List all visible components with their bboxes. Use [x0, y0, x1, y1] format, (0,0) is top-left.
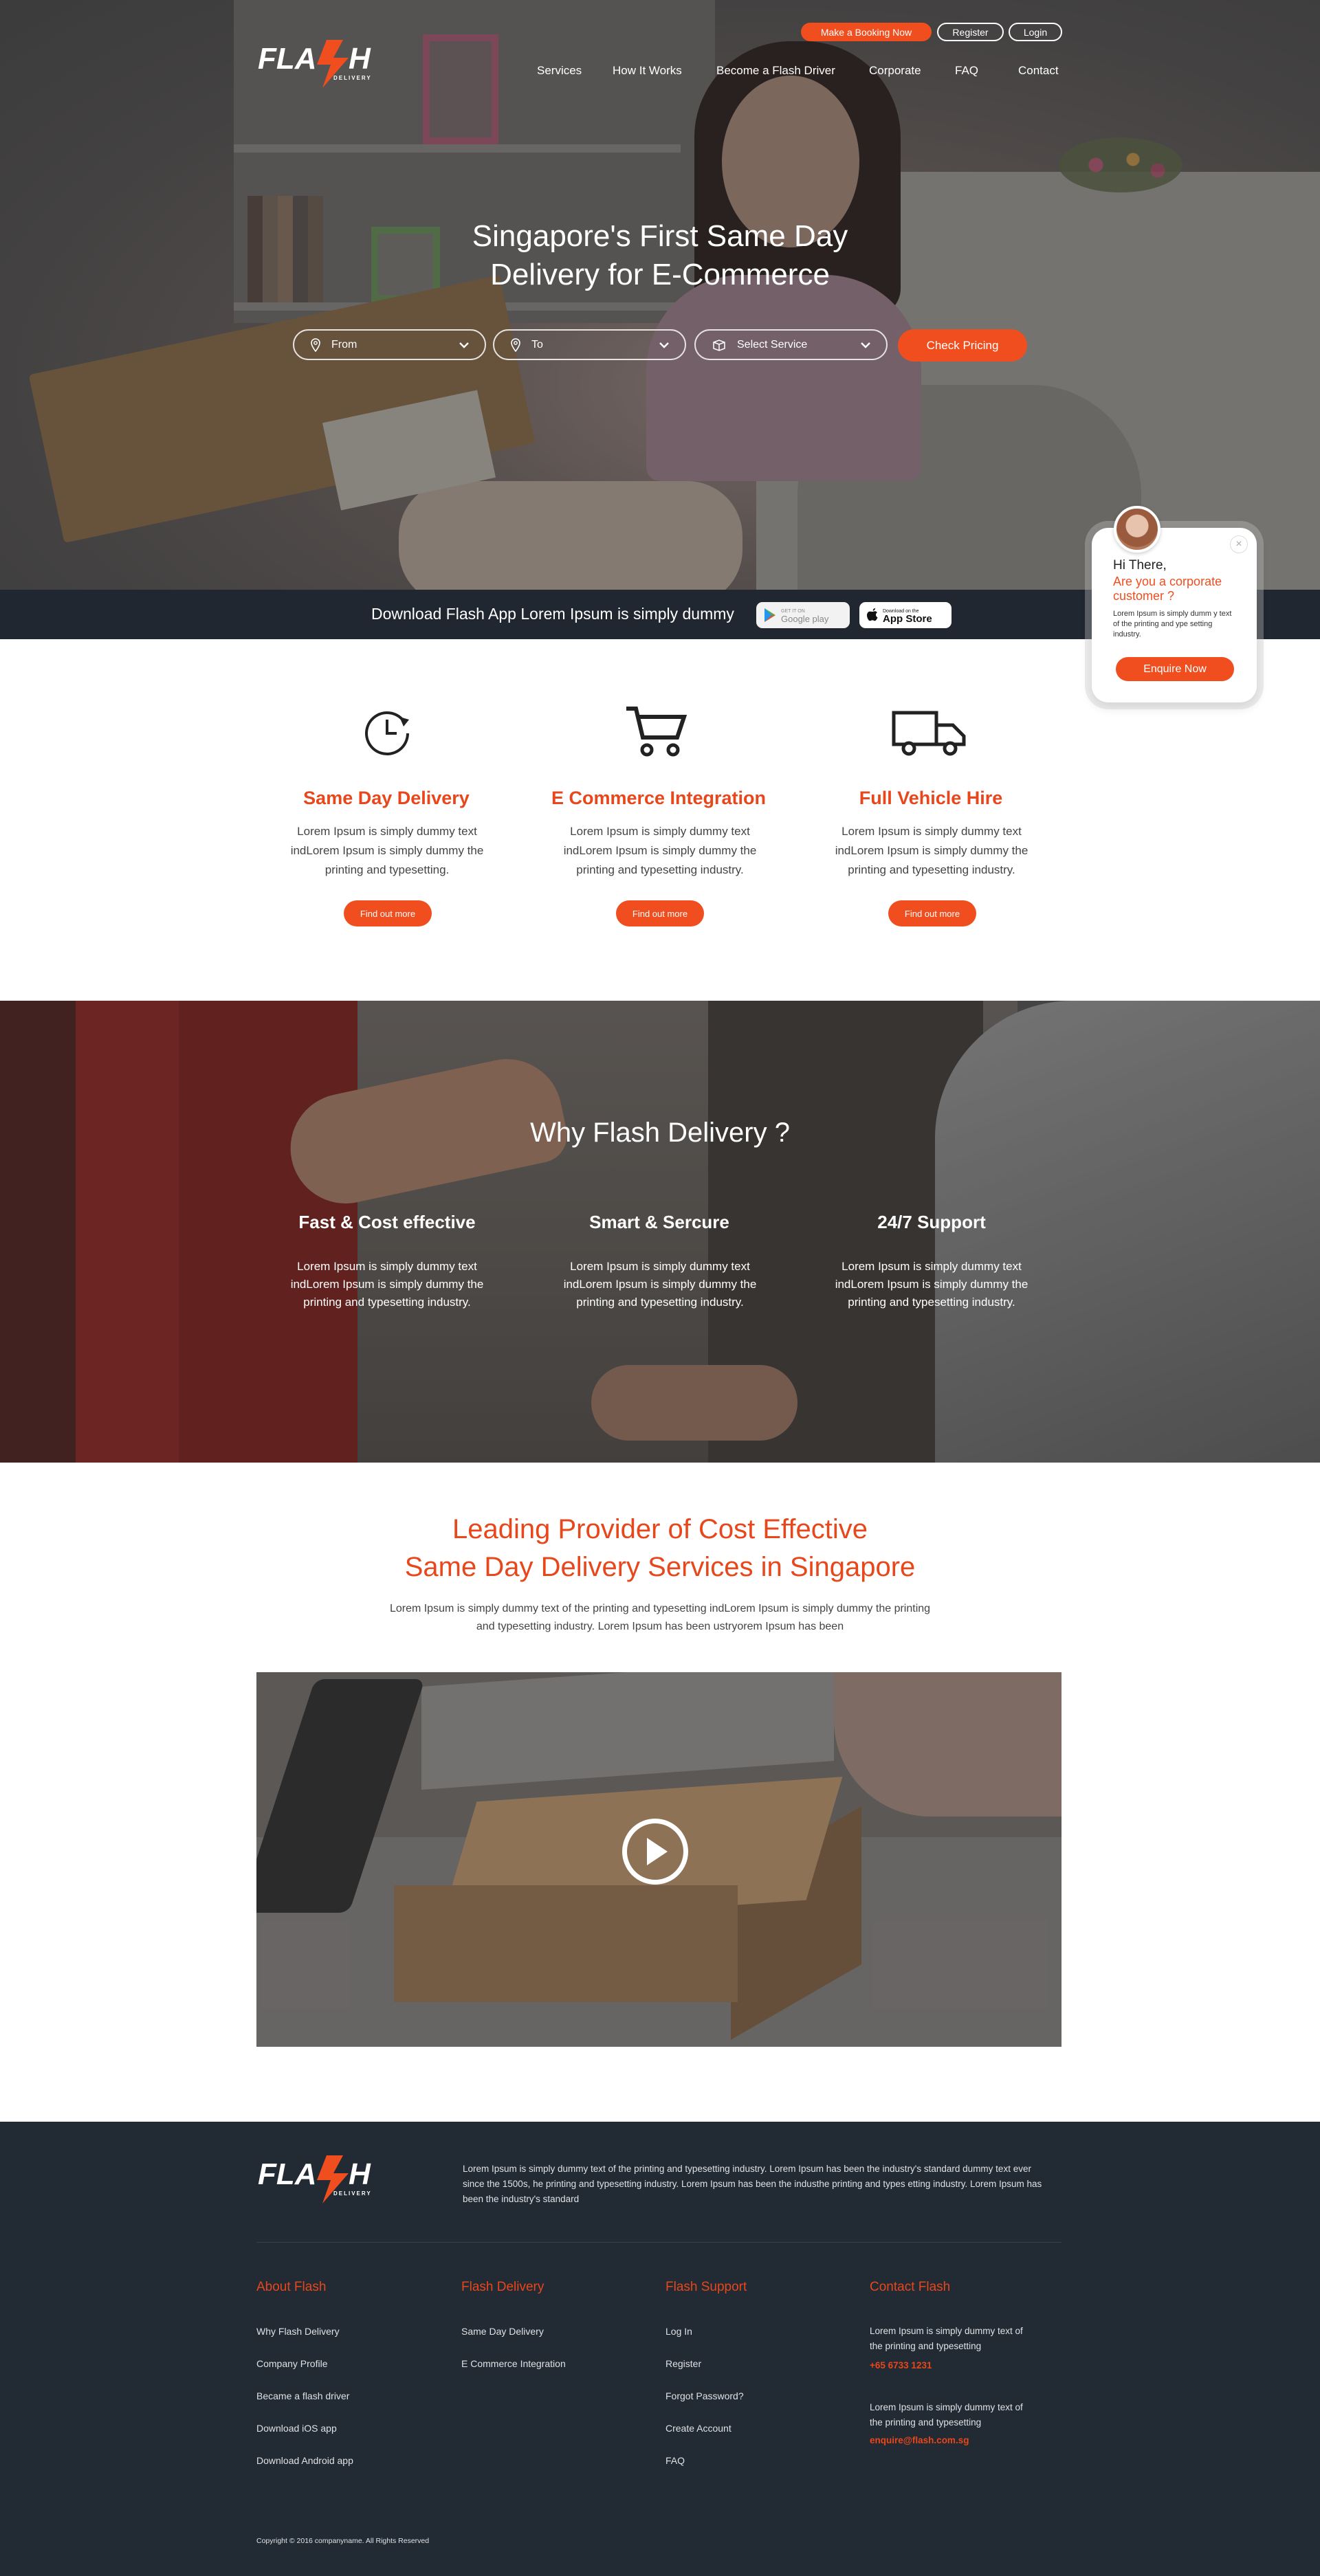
apple-icon — [867, 608, 878, 621]
footer-link-ios-app[interactable]: Download iOS app — [256, 2423, 337, 2434]
service-title-ecommerce: E Commerce Integration — [551, 788, 767, 808]
hero-title-line1: Singapore's First Same Day — [472, 219, 848, 253]
why-item-text: Lorem Ipsum is simply dummy text indLore… — [290, 1260, 484, 1309]
hero-title: Singapore's First Same Day Delivery for … — [385, 217, 935, 294]
contact-email[interactable]: enquire@flash.com.sg — [870, 2435, 969, 2445]
hero-section — [0, 0, 1320, 590]
logo-tagline: DELIVERY — [333, 2190, 372, 2197]
footer-link-same-day[interactable]: Same Day Delivery — [461, 2326, 544, 2337]
footer-link-register[interactable]: Register — [666, 2358, 701, 2369]
footer-link-android-app[interactable]: Download Android app — [256, 2455, 353, 2466]
google-play-label: Google play — [781, 614, 829, 624]
footer-link-forgot-password[interactable]: Forgot Password? — [666, 2390, 744, 2401]
footer-divider — [256, 2242, 1062, 2243]
contact-phone[interactable]: +65 6733 1231 — [870, 2360, 932, 2370]
booking-button[interactable]: Make a Booking Now — [801, 23, 932, 41]
check-pricing-button[interactable]: Check Pricing — [898, 329, 1027, 362]
footer-flash-logo[interactable]: FLA H DELIVERY — [256, 2150, 377, 2205]
service-text-same-day: Lorem Ipsum is simply dummy text indLore… — [290, 825, 484, 876]
footer-link-login[interactable]: Log In — [666, 2326, 692, 2337]
flash-logo[interactable]: FLA H DELIVERY — [256, 34, 377, 89]
copyright: Copyright © 2016 companyname. All Rights… — [256, 2537, 430, 2545]
footer-col-title-support: Flash Support — [666, 2280, 747, 2294]
chat-question: Are you a corporate customer ? — [1113, 575, 1222, 603]
footer-link-faq[interactable]: FAQ — [666, 2455, 685, 2466]
app-download-text: Download Flash App Lorem Ipsum is simply… — [371, 605, 734, 623]
logo-text: FLA — [258, 42, 317, 76]
service-text-ecommerce: Lorem Ipsum is simply dummy text indLore… — [563, 825, 757, 876]
why-item-title: Fast & Cost effective — [298, 1212, 476, 1232]
cart-icon — [626, 707, 688, 757]
leading-text: Lorem Ipsum is simply dummy text of the … — [389, 1603, 931, 1632]
chat-greeting: Hi There, — [1113, 558, 1167, 573]
leading-title: Leading Provider of Cost Effective Same … — [248, 1511, 1072, 1586]
why-title: Why Flash Delivery ? — [530, 1118, 790, 1148]
service-title-same-day: Same Day Delivery — [303, 788, 470, 808]
logo-tagline: DELIVERY — [333, 75, 372, 81]
play-icon — [647, 1838, 668, 1865]
footer-link-became-driver[interactable]: Became a flash driver — [256, 2390, 349, 2401]
hero-title-line2: Delivery for E-Commerce — [490, 258, 830, 291]
find-out-more-button[interactable]: Find out more — [344, 900, 432, 926]
service-select[interactable]: Select Service — [694, 329, 888, 360]
from-placeholder: From — [331, 338, 358, 351]
footer-link-create-account[interactable]: Create Account — [666, 2423, 732, 2434]
video-player[interactable] — [256, 1672, 1062, 2047]
app-store-button[interactable]: Download on the App Store — [859, 602, 952, 628]
chat-avatar — [1114, 506, 1160, 553]
footer-col-title-contact: Contact Flash — [870, 2280, 951, 2294]
leading-title-line1: Leading Provider of Cost Effective — [452, 1514, 868, 1544]
play-button[interactable] — [622, 1819, 688, 1885]
find-out-more-button[interactable]: Find out more — [616, 900, 704, 926]
leading-title-line2: Same Day Delivery Services in Singapore — [404, 1552, 916, 1582]
chevron-down-icon — [861, 342, 870, 348]
footer-link-ecommerce[interactable]: E Commerce Integration — [461, 2358, 566, 2369]
chevron-down-icon — [459, 342, 469, 348]
footer-col-title-about: About Flash — [256, 2280, 327, 2294]
footer-col-title-delivery: Flash Delivery — [461, 2280, 544, 2294]
nav-corporate[interactable]: Corporate — [869, 64, 921, 78]
to-field[interactable]: To — [493, 329, 686, 360]
logo-text-end: H — [349, 42, 371, 76]
enquire-now-button[interactable]: Enquire Now — [1116, 657, 1234, 681]
nav-become-driver[interactable]: Become a Flash Driver — [716, 64, 835, 78]
location-pin-icon — [311, 337, 320, 352]
chat-body: Lorem Ipsum is simply dumm y text of the… — [1113, 610, 1232, 639]
footer-about-text: Lorem Ipsum is simply dummy text of the … — [463, 2164, 1042, 2204]
why-item-title: Smart & Sercure — [589, 1212, 729, 1232]
why-item-text: Lorem Ipsum is simply dummy text indLore… — [563, 1260, 757, 1309]
nav-how-it-works[interactable]: How It Works — [613, 64, 682, 78]
chevron-down-icon — [659, 342, 669, 348]
nav-contact[interactable]: Contact — [1018, 64, 1059, 78]
location-pin-icon — [511, 337, 520, 352]
service-title-vehicle-hire: Full Vehicle Hire — [859, 788, 1003, 808]
to-placeholder: To — [531, 338, 543, 351]
footer-link-why-flash[interactable]: Why Flash Delivery — [256, 2326, 340, 2337]
google-play-button[interactable]: GET IT ON Google play — [756, 602, 850, 628]
contact-email-text: Lorem Ipsum is simply dummy text of the … — [870, 2402, 1023, 2428]
contact-phone-text: Lorem Ipsum is simply dummy text of the … — [870, 2326, 1023, 2351]
register-button[interactable]: Register — [937, 23, 1004, 41]
package-icon — [713, 339, 725, 351]
find-out-more-button[interactable]: Find out more — [888, 900, 976, 926]
hero-overlay — [0, 0, 1320, 590]
google-play-icon — [764, 608, 776, 622]
logo-text: FLA — [258, 2157, 317, 2191]
clock-icon — [365, 711, 409, 755]
footer-link-company-profile[interactable]: Company Profile — [256, 2358, 328, 2369]
service-placeholder: Select Service — [737, 338, 808, 351]
why-item-text: Lorem Ipsum is simply dummy text indLore… — [835, 1260, 1028, 1309]
truck-icon — [892, 711, 966, 756]
logo-text-end: H — [349, 2157, 371, 2191]
chat-close-button[interactable]: × — [1230, 535, 1248, 553]
nav-faq[interactable]: FAQ — [955, 64, 978, 78]
nav-services[interactable]: Services — [537, 64, 582, 78]
why-item-title: 24/7 Support — [877, 1212, 986, 1232]
service-text-vehicle-hire: Lorem Ipsum is simply dummy text indLore… — [835, 825, 1028, 876]
login-button[interactable]: Login — [1009, 23, 1062, 41]
app-store-label: App Store — [883, 613, 932, 625]
from-field[interactable]: From — [293, 329, 486, 360]
